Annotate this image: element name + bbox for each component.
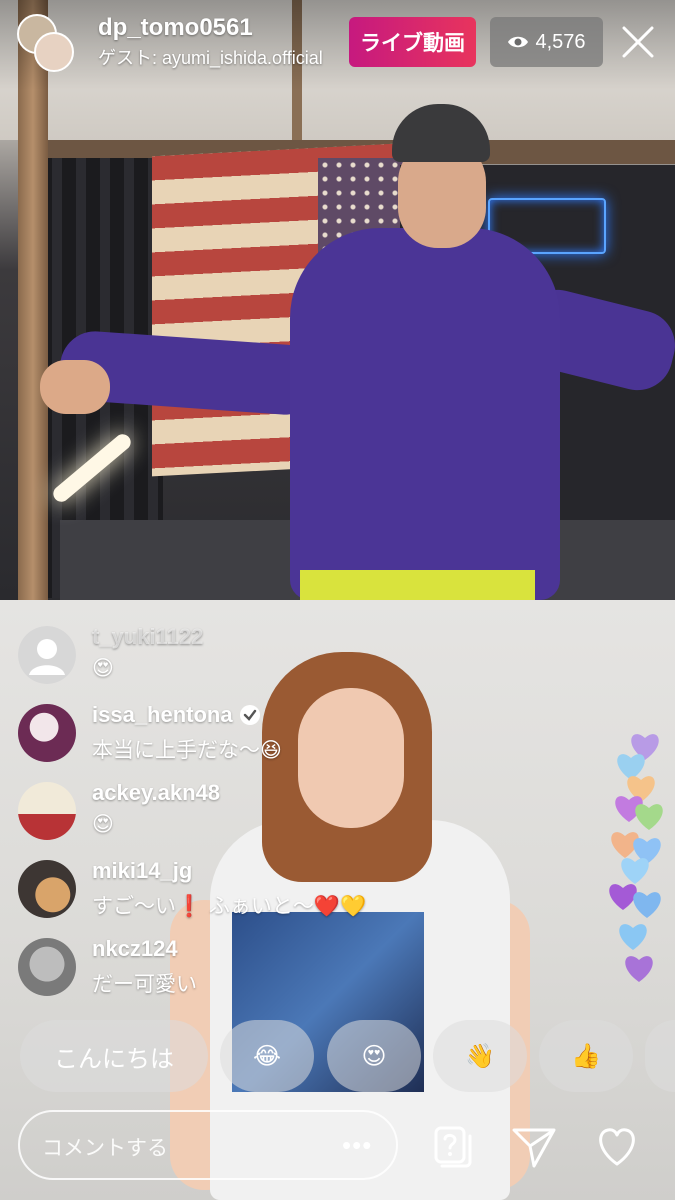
comment-text: 😍 [92, 656, 114, 680]
live-badge: ライブ動画 [349, 17, 476, 67]
comment-item: issa_hentona 本当に上手だな〜😆 [18, 700, 438, 778]
comment-username[interactable]: miki14_jg [92, 858, 192, 884]
quick-reply-tears-of-joy[interactable]: 😂 [220, 1020, 314, 1092]
host-video [0, 0, 675, 600]
host-hoodie [290, 228, 560, 600]
guest-label[interactable]: ゲスト: ayumi_ishida.official [98, 44, 323, 70]
heart-icon[interactable] [593, 1122, 641, 1170]
default-avatar[interactable] [18, 626, 76, 684]
avatar[interactable] [18, 704, 76, 762]
avatar[interactable] [18, 860, 76, 918]
comment-item: t_yuki1122 😍 [18, 622, 438, 700]
viewer-count-badge[interactable]: 4,576 [490, 17, 603, 67]
heart-icon [619, 924, 647, 950]
comment-username[interactable]: issa_hentona [92, 702, 261, 728]
comment-input[interactable]: コメントする ••• [18, 1110, 398, 1180]
wood-post [18, 0, 48, 600]
avatar[interactable] [18, 938, 76, 996]
send-icon[interactable] [510, 1122, 558, 1170]
comment-item: miki14_jg すご〜い❗️ ふぁいと〜❤️💛 [18, 856, 438, 934]
floating-hearts [604, 730, 674, 1000]
comment-text: 😍 [92, 812, 114, 836]
close-icon[interactable] [618, 22, 658, 62]
more-options-button[interactable]: ••• [342, 1130, 372, 1161]
host-username[interactable]: dp_tomo0561 [98, 14, 253, 42]
comment-placeholder: コメントする [42, 1137, 168, 1160]
comment-text: だー可愛い [92, 973, 197, 996]
quick-reply-wave[interactable]: 👋 [433, 1020, 527, 1092]
comment-item: ackey.akn48 😍 [18, 778, 438, 856]
comment-username[interactable]: nkcz124 [92, 936, 178, 962]
username-text: issa_hentona [92, 702, 233, 727]
quick-reply-heart-eyes[interactable]: 😍 [327, 1020, 421, 1092]
comment-username[interactable]: t_yuki1122 [92, 624, 203, 650]
guest-avatar[interactable] [34, 32, 74, 72]
quick-reply-thumbs-up[interactable]: 👍 [539, 1020, 633, 1092]
viewer-count: 4,576 [535, 30, 586, 53]
host-pants [300, 570, 535, 600]
comment-item: nkcz124 だー可愛い [18, 934, 438, 1012]
eye-icon [508, 36, 529, 48]
comment-text: すご〜い❗️ ふぁいと〜❤️💛 [92, 894, 367, 918]
quick-reply-hello[interactable]: こんにちは [20, 1020, 208, 1092]
heart-icon [633, 892, 661, 918]
comment-username[interactable]: ackey.akn48 [92, 780, 220, 806]
verified-badge-icon [239, 705, 260, 725]
comment-text: 本当に上手だな〜😆 [92, 738, 282, 762]
host-hand [40, 360, 110, 414]
comment-feed: t_yuki1122 😍 issa_hentona 本当に上手だな〜😆 acke… [18, 622, 438, 1012]
question-card-icon[interactable] [428, 1122, 476, 1170]
heart-icon [625, 956, 653, 982]
avatar[interactable] [18, 782, 76, 840]
